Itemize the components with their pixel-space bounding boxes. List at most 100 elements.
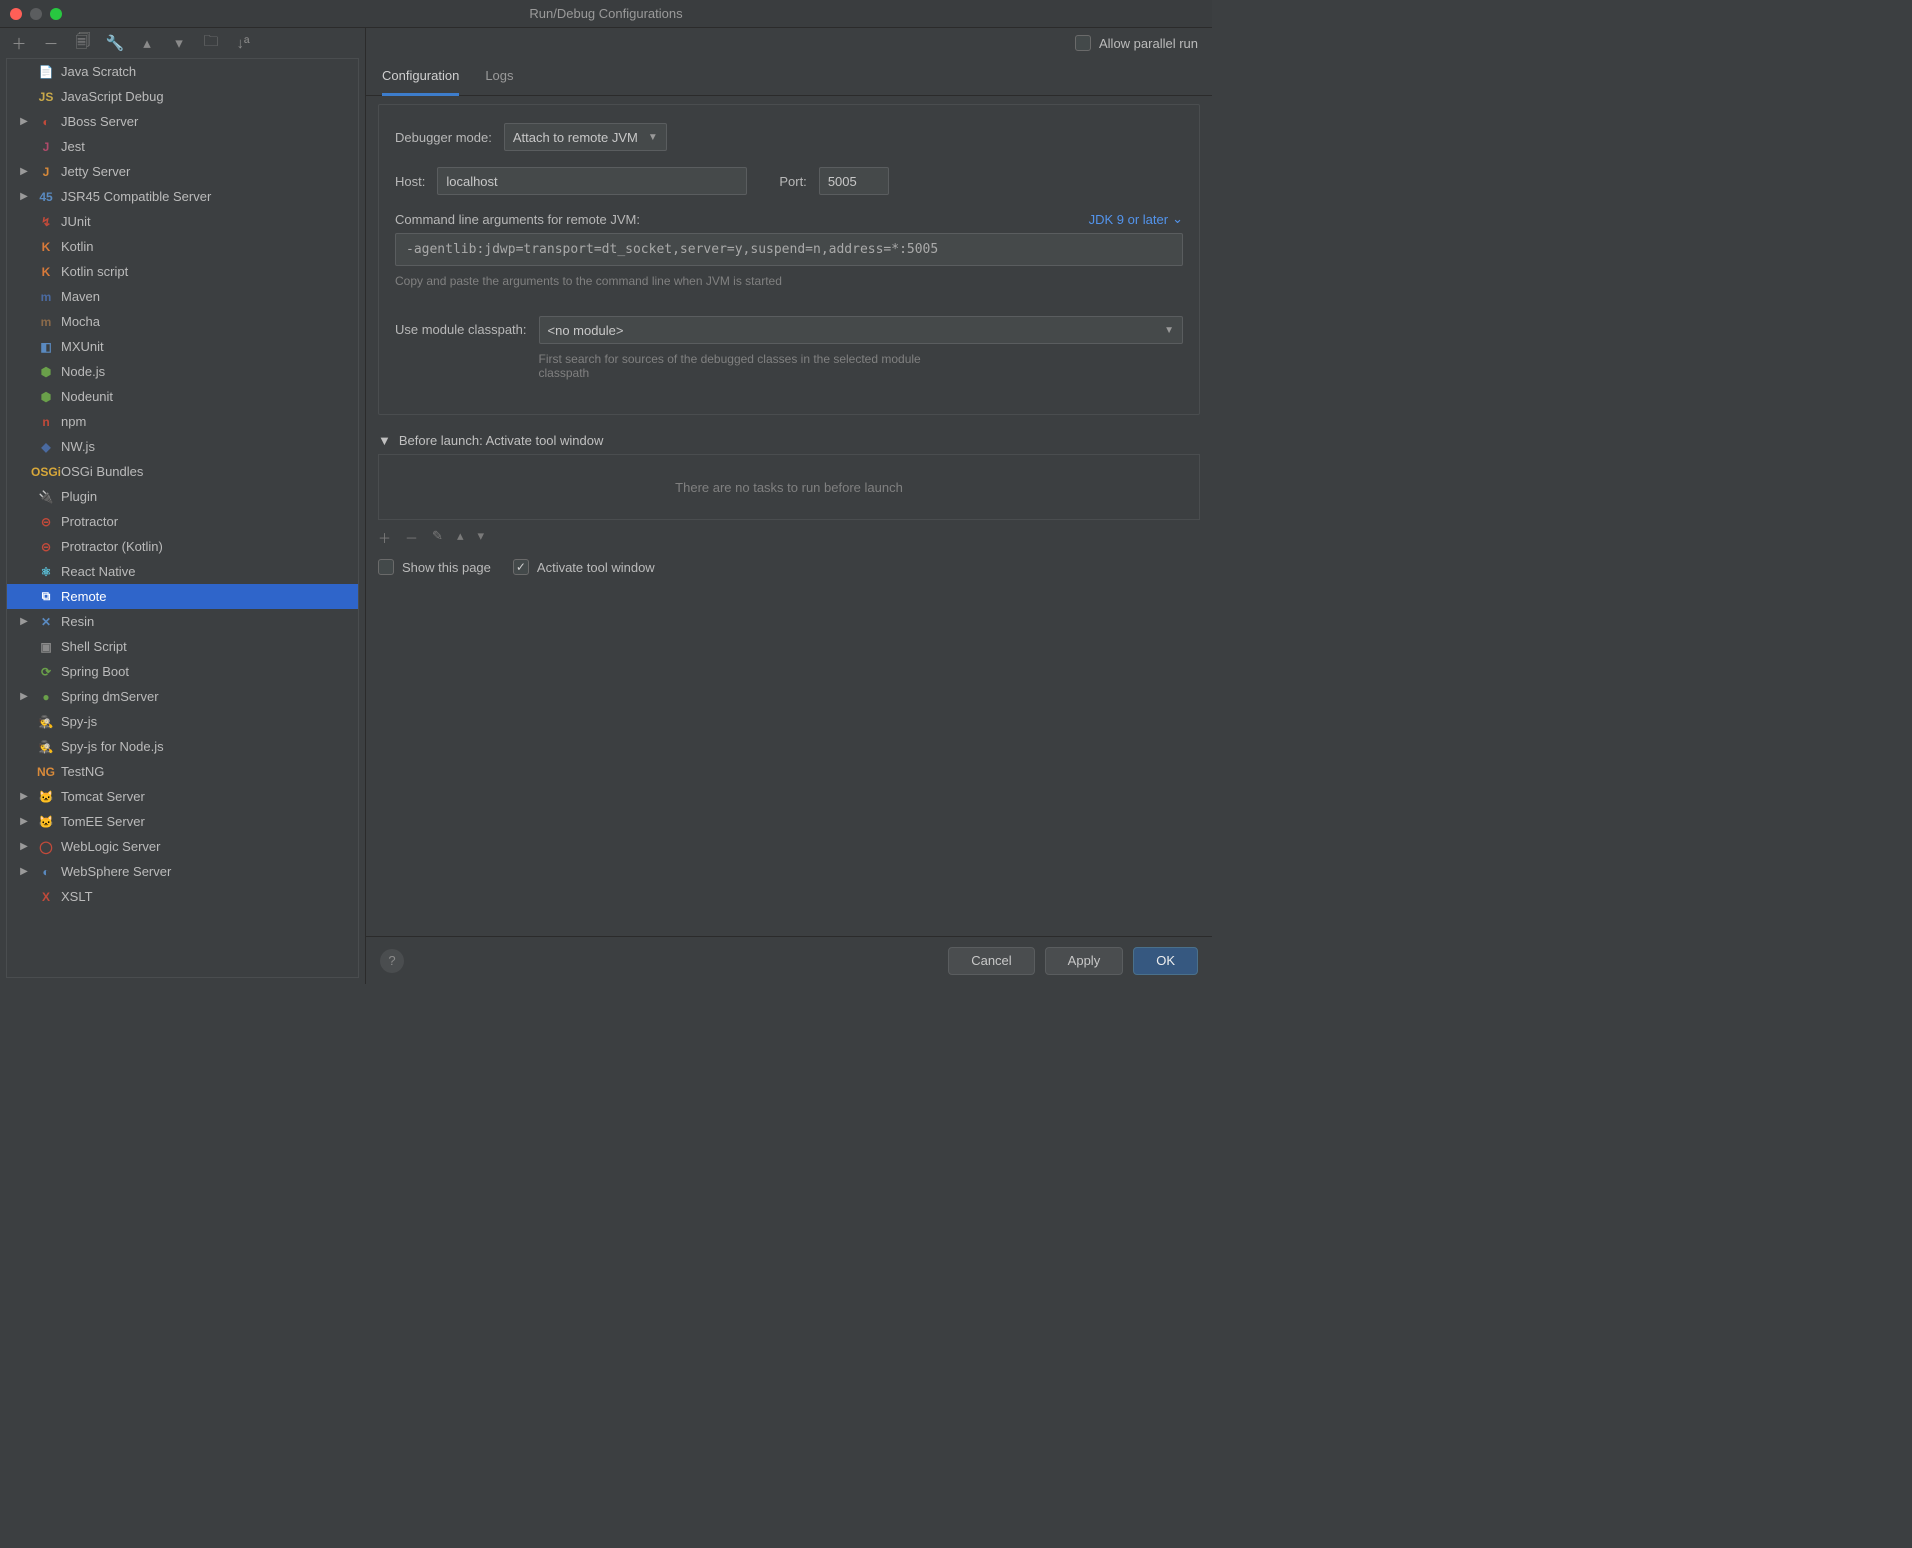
expand-arrow-icon[interactable]: ▶: [17, 691, 31, 702]
apply-button[interactable]: Apply: [1045, 947, 1124, 975]
tree-item-protractor-kotlin-[interactable]: ⊝Protractor (Kotlin): [7, 534, 358, 559]
tree-item-jboss-server[interactable]: ▶◐JBoss Server: [7, 109, 358, 134]
copy-config-icon[interactable]: 🗐: [74, 34, 92, 52]
move-task-down-icon[interactable]: ▾: [477, 528, 484, 547]
classpath-select[interactable]: <no module> ▼: [539, 316, 1183, 344]
tab-configuration[interactable]: Configuration: [382, 68, 459, 96]
host-input[interactable]: localhost: [437, 167, 747, 195]
tree-item-xslt[interactable]: XXSLT: [7, 884, 358, 909]
tree-item-label: JBoss Server: [61, 114, 138, 129]
folder-icon[interactable]: 🗀: [202, 34, 220, 52]
debugger-mode-select[interactable]: Attach to remote JVM ▼: [504, 123, 667, 151]
expand-arrow-icon[interactable]: ▶: [17, 816, 31, 827]
tree-item-remote[interactable]: ⧉Remote: [7, 584, 358, 609]
add-task-icon[interactable]: ＋: [378, 528, 391, 547]
expand-arrow-icon[interactable]: ▶: [17, 866, 31, 877]
move-task-up-icon[interactable]: ▴: [457, 528, 464, 547]
spy-js-icon: 🕵: [37, 713, 55, 731]
mxunit-icon: ◧: [37, 338, 55, 356]
expand-arrow-icon[interactable]: ▶: [17, 791, 31, 802]
tree-item-java-scratch[interactable]: 📄Java Scratch: [7, 59, 358, 84]
tree-item-label: Remote: [61, 589, 107, 604]
plugin-icon: 🔌: [37, 488, 55, 506]
tree-item-spy-js-for-node-js[interactable]: 🕵Spy-js for Node.js: [7, 734, 358, 759]
tree-item-tomcat-server[interactable]: ▶🐱Tomcat Server: [7, 784, 358, 809]
activate-tool-window-checkbox[interactable]: [513, 559, 529, 575]
tree-item-label: Kotlin: [61, 239, 94, 254]
jdk-version-link[interactable]: JDK 9 or later ⌄: [1089, 211, 1183, 227]
edit-task-icon[interactable]: ✎: [432, 528, 443, 547]
nw-js-icon: ◆: [37, 438, 55, 456]
tree-item-spy-js[interactable]: 🕵Spy-js: [7, 709, 358, 734]
tree-item-websphere-server[interactable]: ▶◐WebSphere Server: [7, 859, 358, 884]
tree-item-protractor[interactable]: ⊝Protractor: [7, 509, 358, 534]
tree-item-osgi-bundles[interactable]: OSGiOSGi Bundles: [7, 459, 358, 484]
before-launch-header[interactable]: ▼ Before launch: Activate tool window: [378, 433, 1200, 448]
shell-script-icon: ▣: [37, 638, 55, 656]
tree-item-mxunit[interactable]: ◧MXUnit: [7, 334, 358, 359]
tree-item-label: Maven: [61, 289, 100, 304]
expand-arrow-icon[interactable]: ▶: [17, 841, 31, 852]
show-this-page-checkbox[interactable]: [378, 559, 394, 575]
cmdline-hint: Copy and paste the arguments to the comm…: [395, 274, 1183, 288]
expand-arrow-icon[interactable]: ▶: [17, 191, 31, 202]
remove-config-icon[interactable]: －: [42, 34, 60, 52]
add-config-icon[interactable]: ＋: [10, 34, 28, 52]
remove-task-icon[interactable]: －: [405, 528, 418, 547]
before-launch-tasks: There are no tasks to run before launch: [378, 454, 1200, 520]
allow-parallel-checkbox[interactable]: [1075, 35, 1091, 51]
tree-item-spring-dmserver[interactable]: ▶●Spring dmServer: [7, 684, 358, 709]
tree-item-nodeunit[interactable]: ⬢ Nodeunit: [7, 384, 358, 409]
tree-item-mocha[interactable]: mMocha: [7, 309, 358, 334]
tree-item-maven[interactable]: m Maven: [7, 284, 358, 309]
tree-item-testng[interactable]: NGTestNG: [7, 759, 358, 784]
maximize-window-icon[interactable]: [50, 8, 62, 20]
tree-item-tomee-server[interactable]: ▶🐱TomEE Server: [7, 809, 358, 834]
react-native-icon: ⚛: [37, 563, 55, 581]
tree-item-label: NW.js: [61, 439, 95, 454]
tree-item-label: Shell Script: [61, 639, 127, 654]
tree-item-javascript-debug[interactable]: JSJavaScript Debug: [7, 84, 358, 109]
chevron-down-icon: ▼: [1164, 325, 1174, 336]
close-window-icon[interactable]: [10, 8, 22, 20]
chevron-down-icon: ⌄: [1172, 211, 1183, 227]
nodeunit-icon: ⬢: [37, 388, 55, 406]
tree-item-npm[interactable]: nnpm: [7, 409, 358, 434]
tree-item-jetty-server[interactable]: ▶JJetty Server: [7, 159, 358, 184]
help-icon[interactable]: ?: [380, 949, 404, 973]
expand-arrow-icon[interactable]: ▶: [17, 616, 31, 627]
tree-item-label: Spring Boot: [61, 664, 129, 679]
tree-item-kotlin[interactable]: KKotlin: [7, 234, 358, 259]
tree-item-weblogic-server[interactable]: ▶◯WebLogic Server: [7, 834, 358, 859]
window-title: Run/Debug Configurations: [529, 6, 682, 21]
ok-button[interactable]: OK: [1133, 947, 1198, 975]
tree-item-junit[interactable]: ↯JUnit: [7, 209, 358, 234]
cmdline-field[interactable]: -agentlib:jdwp=transport=dt_socket,serve…: [395, 233, 1183, 266]
tree-item-kotlin-script[interactable]: KKotlin script: [7, 259, 358, 284]
sort-icon[interactable]: ↓ª: [234, 34, 252, 52]
tab-logs[interactable]: Logs: [485, 68, 513, 95]
tree-item-label: Nodeunit: [61, 389, 113, 404]
tree-item-spring-boot[interactable]: ⟳Spring Boot: [7, 659, 358, 684]
expand-arrow-icon[interactable]: ▶: [17, 166, 31, 177]
tree-item-label: Jest: [61, 139, 85, 154]
port-input[interactable]: 5005: [819, 167, 889, 195]
tree-item-jsr45-compatible-server[interactable]: ▶45JSR45 Compatible Server: [7, 184, 358, 209]
tree-item-node-js[interactable]: ⬢Node.js: [7, 359, 358, 384]
move-up-icon[interactable]: ▴: [138, 34, 156, 52]
tree-item-nw-js[interactable]: ◆ NW.js: [7, 434, 358, 459]
minimize-window-icon[interactable]: [30, 8, 42, 20]
tree-item-shell-script[interactable]: ▣ Shell Script: [7, 634, 358, 659]
edit-defaults-icon[interactable]: 🔧: [106, 34, 124, 52]
tree-item-jest[interactable]: JJest: [7, 134, 358, 159]
tree-item-react-native[interactable]: ⚛React Native: [7, 559, 358, 584]
cancel-button[interactable]: Cancel: [948, 947, 1034, 975]
tree-item-resin[interactable]: ▶✕Resin: [7, 609, 358, 634]
maven-icon: m: [37, 288, 55, 306]
before-launch-toolbar: ＋ － ✎ ▴ ▾: [366, 520, 1212, 555]
expand-arrow-icon[interactable]: ▶: [17, 116, 31, 127]
tree-item-plugin[interactable]: 🔌Plugin: [7, 484, 358, 509]
config-tree[interactable]: 📄Java ScratchJSJavaScript Debug▶◐JBoss S…: [6, 58, 359, 978]
move-down-icon[interactable]: ▾: [170, 34, 188, 52]
jetty-server-icon: J: [37, 163, 55, 181]
